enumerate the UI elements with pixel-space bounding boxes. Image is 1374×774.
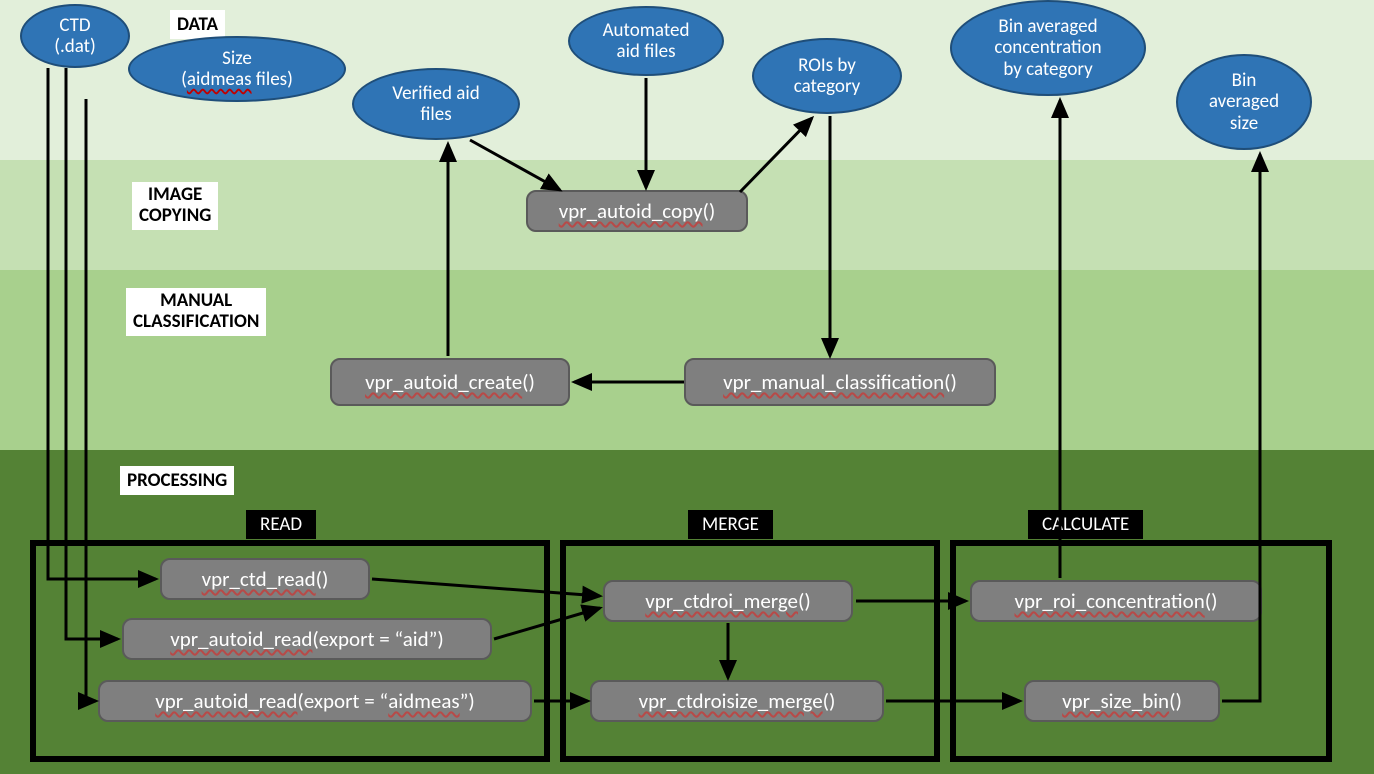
fn-autoid-create-name: vpr_autoid_create xyxy=(365,369,522,395)
ellipse-automated-l1: Automated xyxy=(603,19,690,42)
ellipse-size-l2b: aidmeas xyxy=(187,68,252,91)
fn-ctd-read-paren: () xyxy=(316,566,329,592)
fn-size-bin-paren: () xyxy=(1169,688,1182,714)
ellipse-verified-l2: files xyxy=(420,103,451,126)
ellipse-binsize-l1: Bin xyxy=(1232,69,1257,92)
fn-autoid-create: vpr_autoid_create() xyxy=(330,358,570,406)
label-manual: MANUAL CLASSIFICATION xyxy=(126,288,266,336)
group-label-merge: MERGE xyxy=(688,510,773,539)
fn-ctdroisize-merge-name: vpr_ctdroisize_merge xyxy=(639,688,823,714)
fn-autoid-read-aidmeas: vpr_autoid_read(export = “aidmeas”) xyxy=(98,680,532,722)
fn-ctd-read-name: vpr_ctd_read xyxy=(202,566,316,592)
ellipse-ctd: CTD(.dat) xyxy=(20,4,130,68)
fn-ctd-read: vpr_ctd_read() xyxy=(160,558,370,600)
label-manual-l1: MANUAL xyxy=(160,289,232,312)
fn-ctdroi-merge-paren: () xyxy=(798,588,811,614)
label-processing: PROCESSING xyxy=(120,466,234,495)
fn-autoid-copy-name: vpr_autoid_copy xyxy=(559,198,703,224)
ellipse-rois: ROIs bycategory xyxy=(752,38,902,114)
fn-ctdroisize-merge-paren: () xyxy=(823,688,836,714)
fn-ctdroisize-merge: vpr_ctdroisize_merge() xyxy=(590,680,884,722)
ellipse-ctd-l2: (.dat) xyxy=(54,35,96,58)
ellipse-binsize-l3: size xyxy=(1230,112,1258,135)
ellipse-verified-l1: Verified aid xyxy=(392,82,480,105)
fn-autoid-read-aidmeas-sfx3: ”) xyxy=(460,688,475,714)
fn-autoid-create-paren: () xyxy=(522,369,535,395)
ellipse-size-l1: Size xyxy=(222,47,252,70)
fn-autoid-read-aidmeas-sfx1: (export = “ xyxy=(297,688,388,714)
ellipse-rois-l1: ROIs by xyxy=(798,54,856,77)
ellipse-binconc-l3: by category xyxy=(1003,58,1092,81)
ellipse-binconc-l2: concentration xyxy=(994,36,1101,59)
ellipse-binsize-l2: averaged xyxy=(1209,90,1279,113)
fn-roi-concentration-paren: () xyxy=(1205,588,1218,614)
label-image-copy-l1: IMAGE xyxy=(148,183,202,206)
fn-autoid-read-aid: vpr_autoid_read(export = “aid”) xyxy=(122,618,492,660)
group-label-read: READ xyxy=(246,510,316,539)
label-image-copy-l2: COPYING xyxy=(139,204,211,227)
fn-manual-class-paren: () xyxy=(944,369,957,395)
fn-autoid-read-aidmeas-sfx2: aidmeas xyxy=(388,688,459,714)
group-box-calculate xyxy=(950,540,1332,762)
ellipse-automated: Automatedaid files xyxy=(568,6,724,76)
fn-ctdroi-merge: vpr_ctdroi_merge() xyxy=(603,580,853,622)
fn-roi-concentration: vpr_roi_concentration() xyxy=(970,580,1262,622)
fn-autoid-copy: vpr_autoid_copy() xyxy=(526,190,748,232)
fn-autoid-read-aid-suffix: (export = “aid”) xyxy=(312,626,443,652)
ellipse-ctd-l1: CTD xyxy=(59,14,90,37)
ellipse-binconc: Bin averagedconcentrationby category xyxy=(950,0,1146,96)
fn-size-bin: vpr_size_bin() xyxy=(1024,680,1220,722)
ellipse-verified: Verified aidfiles xyxy=(352,68,520,140)
fn-ctdroi-merge-name: vpr_ctdroi_merge xyxy=(645,588,798,614)
label-image-copy: IMAGE COPYING xyxy=(132,182,218,230)
ellipse-automated-l2: aid files xyxy=(616,40,675,63)
fn-manual-class: vpr_manual_classification() xyxy=(684,358,996,406)
ellipse-binsize: Binaveragedsize xyxy=(1176,54,1312,150)
fn-autoid-copy-paren: () xyxy=(703,198,716,224)
label-manual-l2: CLASSIFICATION xyxy=(133,310,259,333)
ellipse-size-l2c: files) xyxy=(252,68,293,91)
ellipse-size: Size(aidmeas files) xyxy=(128,36,346,102)
fn-manual-class-name: vpr_manual_classification xyxy=(723,369,944,395)
fn-autoid-read-aid-name: vpr_autoid_read xyxy=(170,626,312,652)
ellipse-binconc-l1: Bin averaged xyxy=(998,15,1097,38)
label-data: DATA xyxy=(170,10,225,39)
fn-autoid-read-aidmeas-name: vpr_autoid_read xyxy=(155,688,297,714)
group-label-calculate: CALCULATE xyxy=(1028,510,1143,539)
fn-size-bin-name: vpr_size_bin xyxy=(1062,688,1169,714)
fn-roi-concentration-name: vpr_roi_concentration xyxy=(1015,588,1205,614)
group-box-merge xyxy=(560,540,940,762)
ellipse-rois-l2: category xyxy=(794,75,861,98)
